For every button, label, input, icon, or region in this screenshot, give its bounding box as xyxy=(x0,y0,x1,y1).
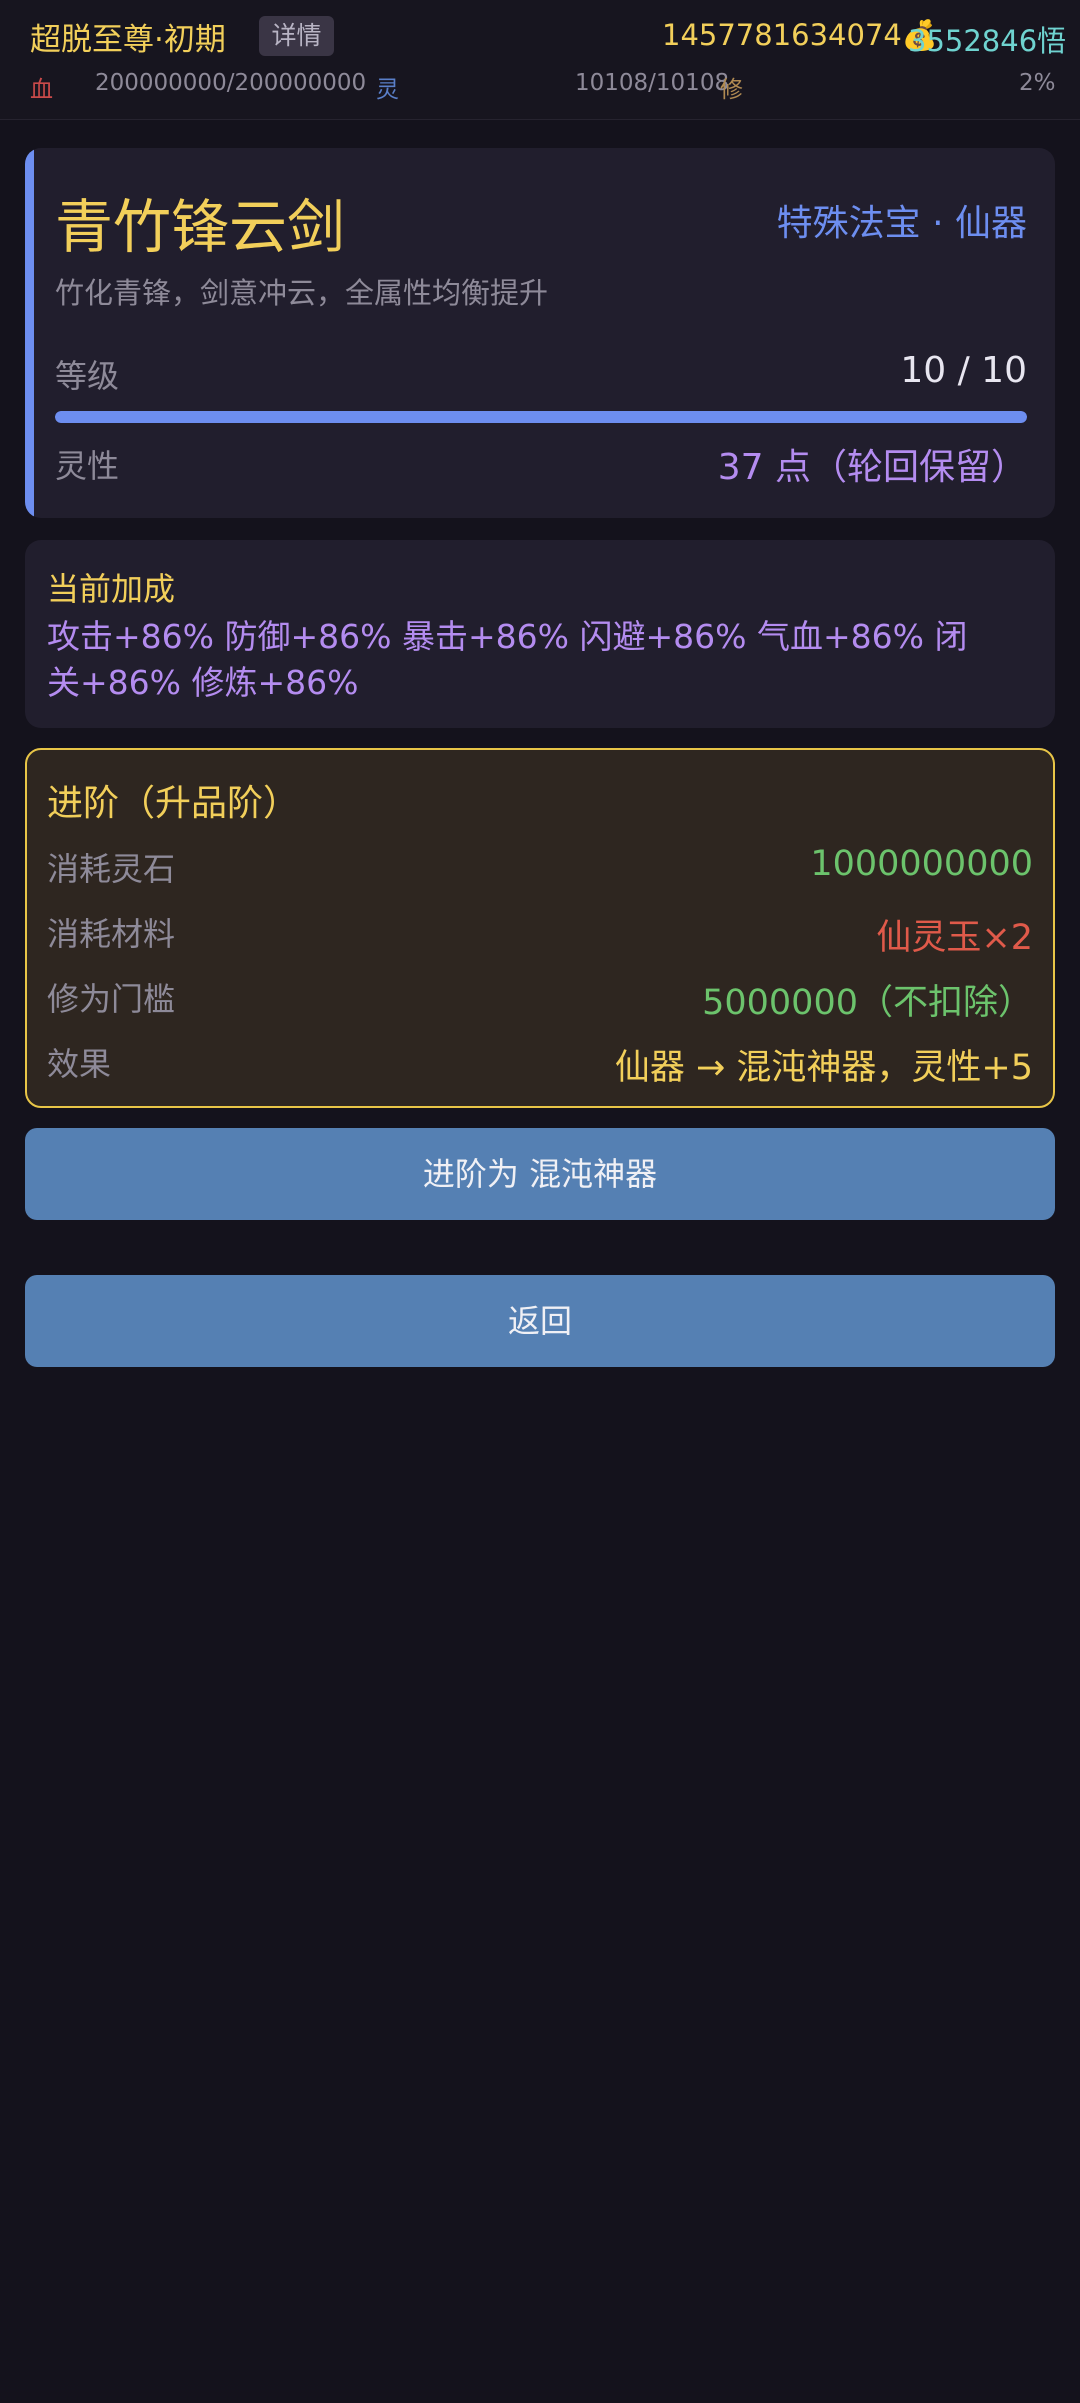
spirit-power-value: 10108/10108 xyxy=(575,70,730,96)
effect-row: 效果 仙器 → 混沌神器，灵性+5 xyxy=(47,1039,1033,1089)
threshold-row: 修为门槛 5000000（不扣除） xyxy=(47,974,1033,1024)
effect-label: 效果 xyxy=(47,1045,112,1083)
advance-card: 进阶（升品阶） 消耗灵石 1000000000 消耗材料 仙灵玉×2 修为门槛 … xyxy=(25,748,1055,1108)
cost-stone-row: 消耗灵石 1000000000 xyxy=(47,844,1033,894)
realm-title: 超脱至尊·初期 xyxy=(30,22,226,58)
bonus-card: 当前加成 攻击+86% 防御+86% 暴击+86% 闪避+86% 气血+86% … xyxy=(25,540,1055,728)
item-card-accent xyxy=(25,148,34,518)
advance-title: 进阶（升品阶） xyxy=(47,783,300,824)
hp-label: 血 xyxy=(30,77,53,103)
level-progress-bar xyxy=(55,411,1027,423)
gold-counter: 1457781634074💰 xyxy=(662,18,938,52)
item-description: 竹化青锋，剑意冲云，全属性均衡提升 xyxy=(55,276,549,310)
bonus-title: 当前加成 xyxy=(47,570,176,608)
hp-value: 200000000/200000000 xyxy=(95,70,367,96)
cost-material-row: 消耗材料 仙灵玉×2 xyxy=(47,909,1033,959)
enlightenment-counter: 3552846悟 xyxy=(908,24,1067,58)
item-card: 青竹锋云剑 特殊法宝 · 仙器 竹化青锋，剑意冲云，全属性均衡提升 等级 10 … xyxy=(25,148,1055,518)
threshold-label: 修为门槛 xyxy=(47,980,176,1018)
cost-stone-value: 1000000000 xyxy=(810,844,1033,884)
cultivation-value: 2% xyxy=(1019,70,1056,96)
threshold-value: 5000000（不扣除） xyxy=(702,983,1033,1023)
cost-stone-label: 消耗灵石 xyxy=(47,850,176,888)
item-type: 特殊法宝 · 仙器 xyxy=(776,203,1027,244)
back-button[interactable]: 返回 xyxy=(25,1275,1055,1367)
advance-button[interactable]: 进阶为 混沌神器 xyxy=(25,1128,1055,1220)
level-progress-fill xyxy=(55,411,1027,423)
effect-value: 仙器 → 混沌神器，灵性+5 xyxy=(614,1048,1033,1088)
level-value: 10 / 10 xyxy=(900,350,1027,391)
bonus-list: 攻击+86% 防御+86% 暴击+86% 闪避+86% 气血+86% 闭关+86… xyxy=(47,617,968,702)
status-bar: 超脱至尊·初期 详情 1457781634074💰 3552846悟 血 200… xyxy=(0,0,1080,120)
cultivation-label: 修 xyxy=(720,77,743,103)
spirit-value: 37 点（轮回保留） xyxy=(717,447,1027,488)
cost-material-value: 仙灵玉×2 xyxy=(876,918,1033,958)
level-label: 等级 xyxy=(55,357,120,395)
spirit-power-label: 灵 xyxy=(376,77,399,103)
item-name: 青竹锋云剑 xyxy=(55,193,346,261)
detail-button[interactable]: 详情 xyxy=(259,16,334,56)
cost-material-label: 消耗材料 xyxy=(47,915,176,953)
spirit-label: 灵性 xyxy=(55,447,120,485)
